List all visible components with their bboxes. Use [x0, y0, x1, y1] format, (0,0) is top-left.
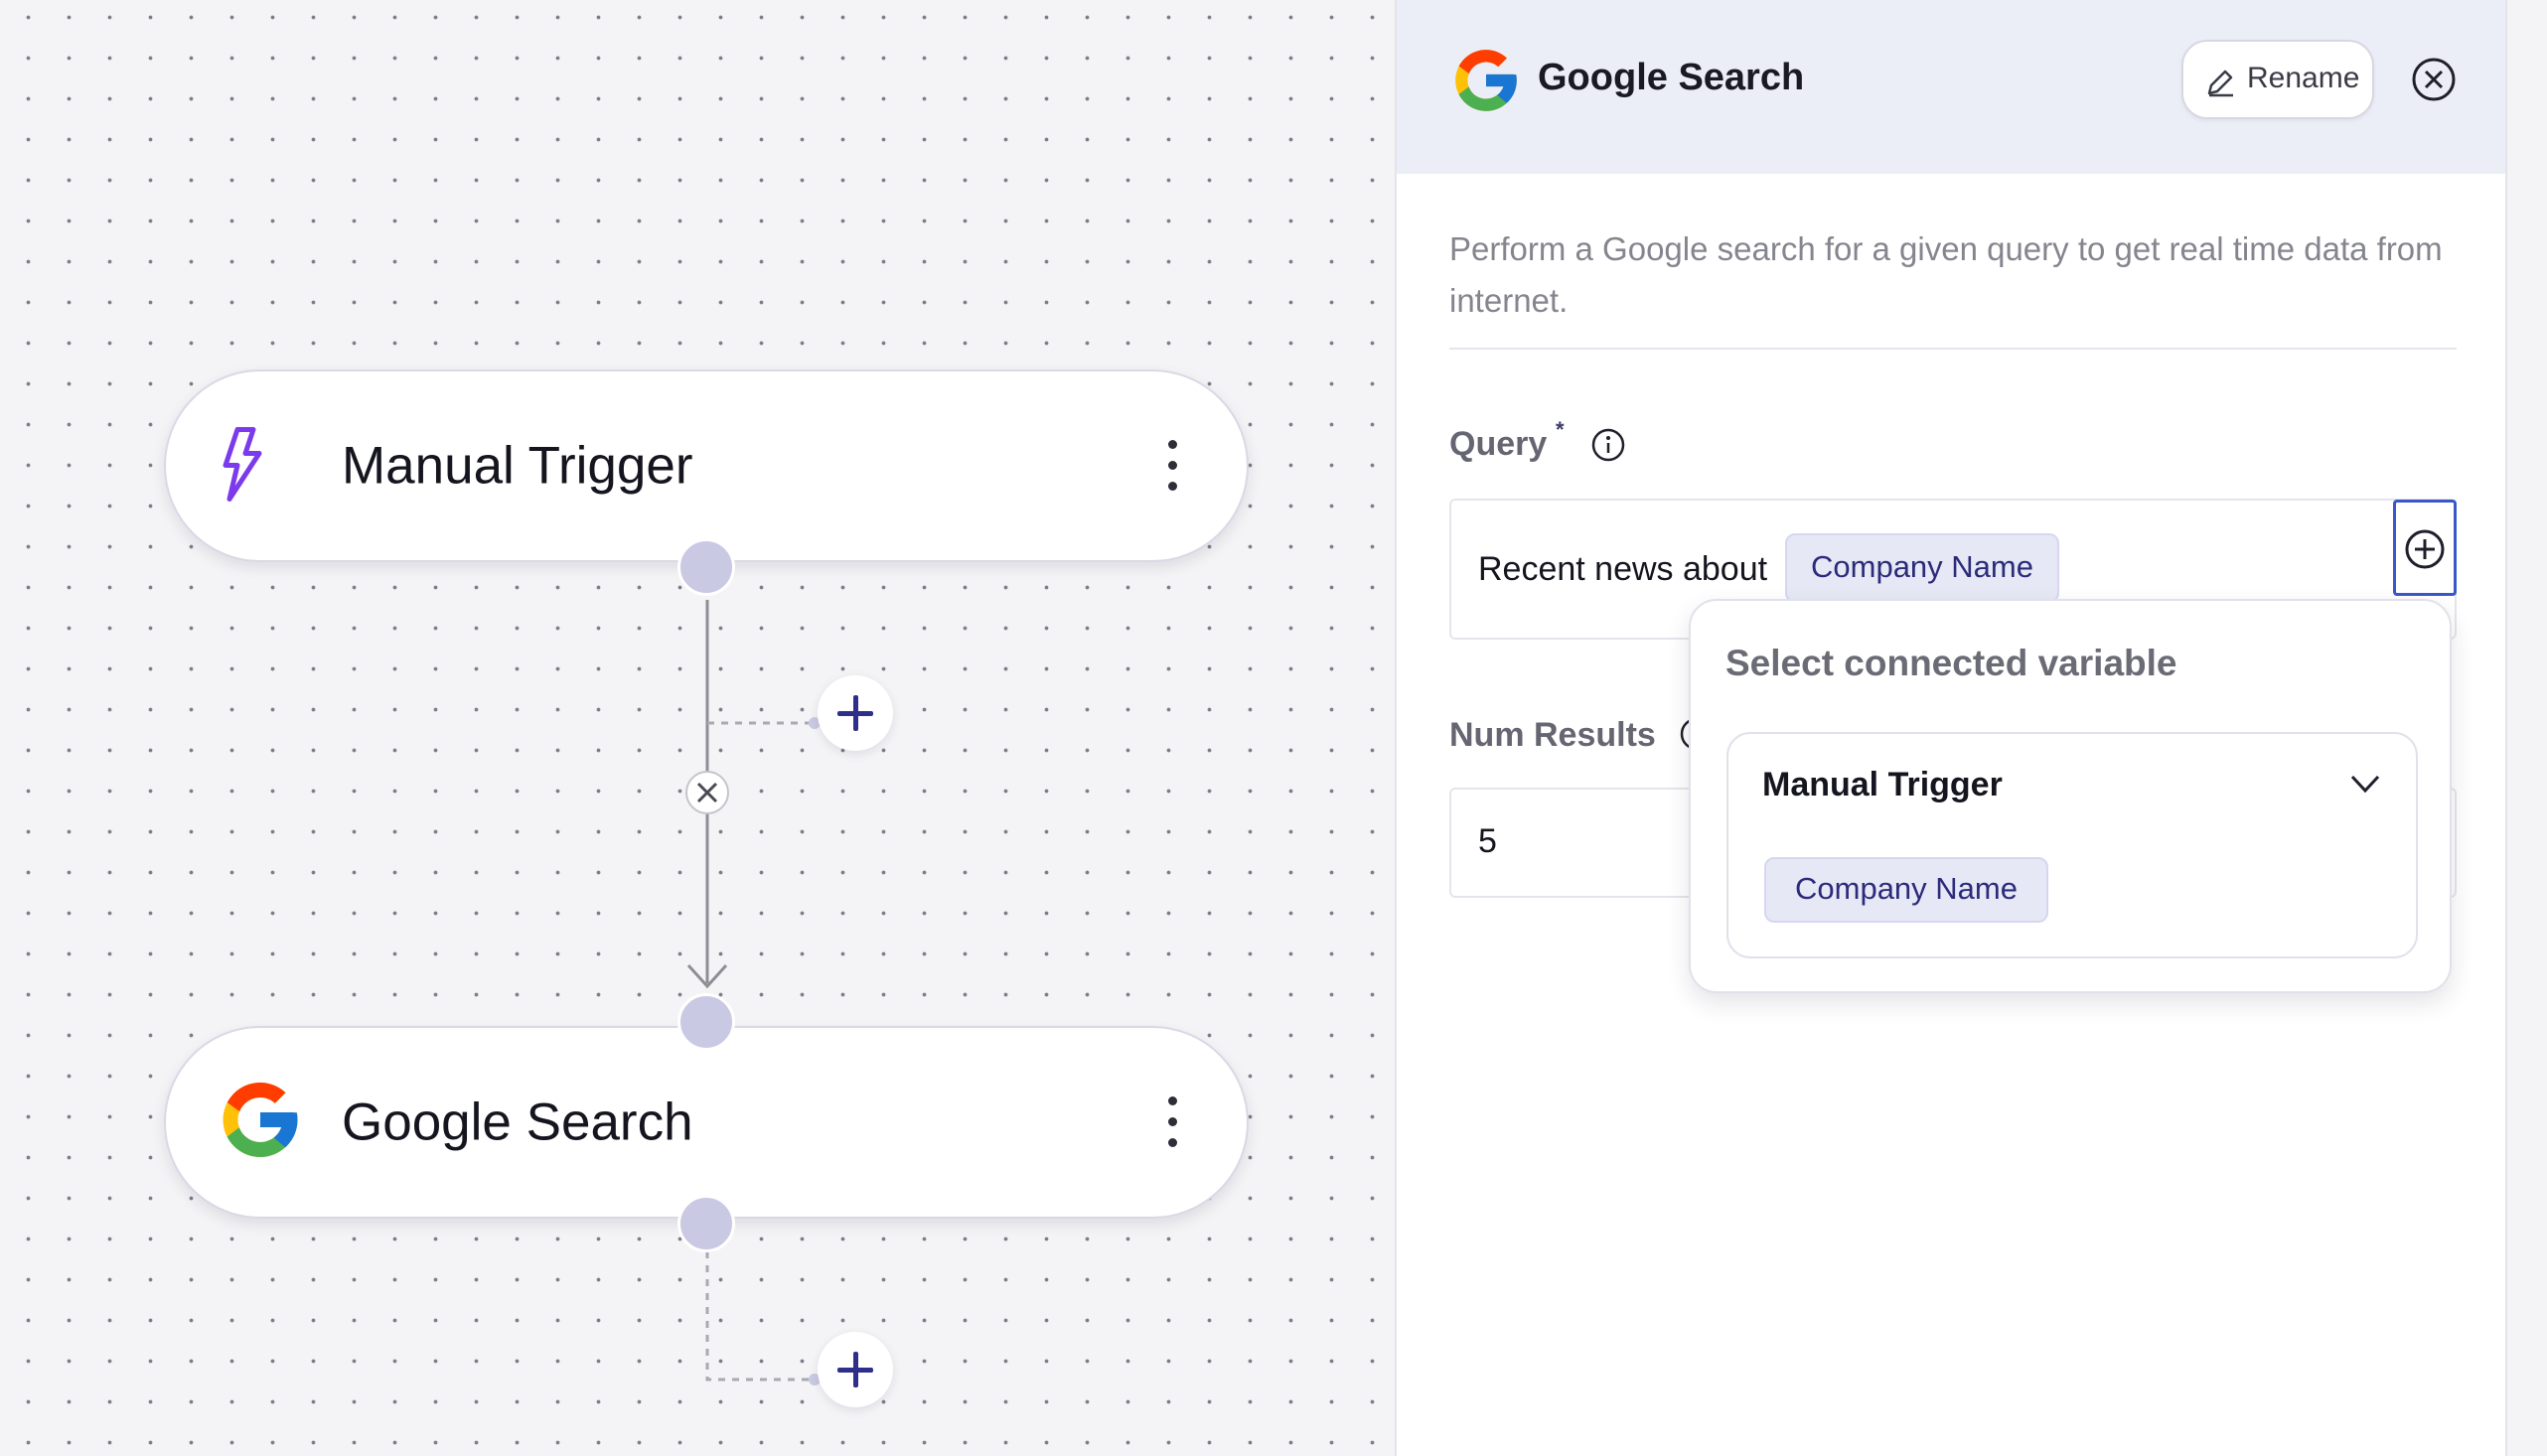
node-manual-trigger[interactable]: Manual Trigger [164, 369, 1249, 562]
google-icon [216, 1076, 305, 1170]
close-panel-button[interactable] [2410, 56, 2458, 103]
output-handle[interactable] [677, 1195, 735, 1252]
rename-label: Rename [2247, 62, 2360, 94]
panel-title: Google Search [1538, 57, 1805, 98]
variable-group-title: Manual Trigger [1762, 766, 2003, 803]
output-handle[interactable] [677, 538, 735, 596]
query-label: Query [1449, 425, 1548, 463]
delete-edge-button[interactable] [685, 771, 729, 814]
workflow-canvas[interactable]: Manual Trigger Google Search [0, 0, 1395, 1456]
variable-group-header[interactable]: Manual Trigger [1728, 734, 2416, 825]
node-menu-button[interactable] [1163, 1094, 1183, 1150]
input-handle[interactable] [677, 993, 735, 1051]
divider [1449, 348, 2457, 350]
plus-circle-icon [2405, 529, 2445, 569]
rename-button[interactable]: Rename [2181, 40, 2374, 119]
num-results-label: Num Results [1449, 716, 1656, 754]
node-title: Manual Trigger [342, 436, 693, 496]
required-marker: * [1556, 417, 1565, 442]
popover-title: Select connected variable [1725, 643, 2177, 683]
add-node-button[interactable] [818, 675, 893, 751]
close-circle-icon [2412, 58, 2456, 101]
insert-variable-button[interactable] [2393, 500, 2457, 596]
close-icon [696, 782, 718, 803]
panel-description: Perform a Google search for a given quer… [1449, 230, 2443, 319]
num-results-value: 5 [1478, 822, 1497, 860]
add-node-button[interactable] [818, 1332, 893, 1407]
variable-option[interactable]: Company Name [1764, 857, 2048, 923]
variable-group: Manual Trigger Company Name [1726, 732, 2418, 958]
google-icon [1449, 44, 1523, 122]
variable-popover: Select connected variable Manual Trigger… [1689, 599, 2452, 993]
lightning-icon [216, 424, 271, 509]
info-icon[interactable] [1590, 427, 1626, 463]
variable-chip[interactable]: Company Name [1785, 533, 2059, 603]
query-text: Recent news about [1478, 550, 1768, 588]
panel-header: Google Search Rename [1397, 0, 2505, 174]
node-google-search[interactable]: Google Search [164, 1026, 1249, 1219]
chevron-down-icon [2350, 775, 2380, 794]
pencil-icon [2207, 70, 2233, 97]
node-title: Google Search [342, 1092, 693, 1152]
node-menu-button[interactable] [1163, 438, 1183, 494]
